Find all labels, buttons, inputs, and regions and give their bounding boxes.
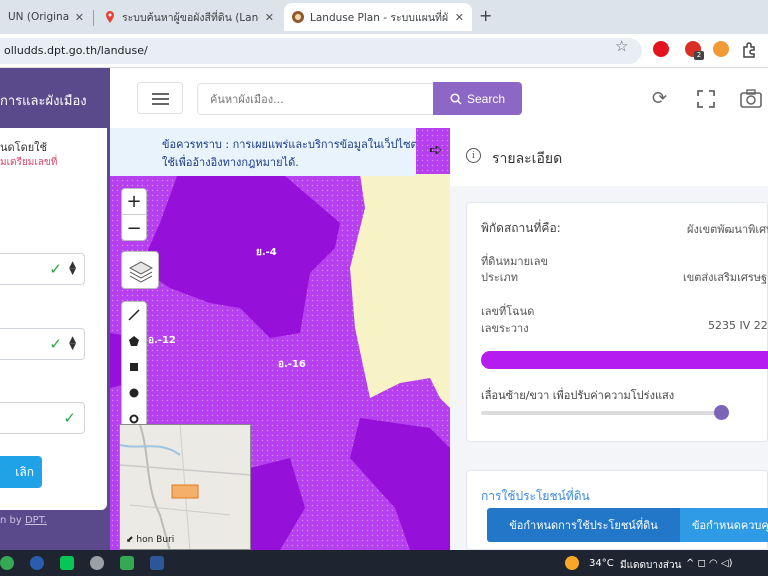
type-label: ประเภท (481, 271, 519, 284)
details-title: รายละเอียด (492, 151, 563, 167)
url-text: olludds.dpt.go.th/landuse/ (4, 44, 148, 57)
info-icon: i (466, 148, 481, 163)
refresh-icon[interactable]: ⟳ (652, 88, 667, 109)
valid-check-icon: ✓ (49, 260, 62, 278)
chrome-icon[interactable] (0, 556, 14, 570)
close-tab-icon[interactable]: ✕ (75, 11, 84, 24)
draw-rectangle-icon[interactable] (122, 354, 146, 380)
parcel-number-field[interactable]: ✓ (0, 402, 85, 434)
sidebar-form-card (0, 128, 107, 510)
search-button-label: Search (466, 91, 506, 106)
hamburger-icon-line (152, 98, 169, 100)
select-arrows-icon: ▲ ▼ (69, 335, 76, 352)
line-icon[interactable] (60, 556, 74, 570)
opacity-slider-track[interactable] (481, 411, 726, 415)
collapse-panel-icon[interactable]: ➪ (429, 140, 442, 159)
notice-line: ข้อควรทราบ : การเผยแพร่และบริการข้อมูลใน… (162, 138, 416, 151)
minimap-place-name: hon Buri (136, 535, 175, 545)
layers-button[interactable] (121, 251, 159, 289)
zoom-control: + − (121, 188, 147, 241)
location-label: พิกัดสถานที่คือ: (481, 221, 561, 235)
draw-polygon-icon[interactable] (122, 328, 146, 354)
cloud-icon[interactable] (90, 556, 104, 570)
opacity-slider-thumb[interactable] (713, 405, 729, 420)
tab-title: Landuse Plan - ระบบแผนที่ผังเมือง (310, 11, 449, 24)
legal-notice: ข้อควรทราบ : การเผยแพร่และบริการข้อมูลใน… (110, 128, 416, 176)
notice-line: ใช้เพื่ออ้างอิงทางกฎหมายได้. (162, 156, 299, 169)
search-button[interactable]: Search (433, 82, 522, 115)
minimap-viewport[interactable] (171, 484, 199, 499)
extension-badge: 2 (694, 51, 704, 60)
tab-control-rules[interactable]: ข้อกำหนดควบคุม (680, 508, 768, 542)
search-input[interactable] (197, 83, 434, 115)
screenshot-camera-icon[interactable] (740, 89, 762, 109)
byline: n by DPT. (0, 515, 47, 526)
browser-tab-active[interactable]: Landuse Plan - ระบบแผนที่ผังเมือง ✕ (284, 3, 472, 31)
tab-divider (93, 10, 94, 26)
tray-icons[interactable]: ^ ◻ ◠ ◁) (686, 558, 733, 569)
app-icon[interactable] (120, 556, 134, 570)
bookmark-star-icon[interactable]: ☆ (615, 37, 628, 55)
hamburger-icon (152, 93, 169, 95)
address-bar[interactable]: olludds.dpt.go.th/landuse/ (0, 38, 642, 64)
close-tab-icon[interactable]: ✕ (265, 11, 274, 24)
hamburger-icon-line (152, 103, 169, 105)
land-use-title: การใช้ประโยชน์ที่ดิน (481, 489, 590, 503)
zoom-out-button[interactable]: − (122, 215, 146, 241)
tab-title: UN (Original b (8, 11, 69, 23)
tab-land-use-rules[interactable]: ข้อกำหนดการใช้ประโยชน์ที่ดิน (487, 508, 680, 542)
select-arrows-icon: ▲ ▼ (69, 260, 76, 277)
overview-minimap[interactable]: ⬋ hon Buri (119, 424, 251, 550)
fullscreen-icon[interactable] (697, 90, 715, 108)
zone-color-bar (481, 351, 768, 369)
zone-label: อ.-12 (148, 335, 176, 346)
sheet-label: เลขระวาง (481, 322, 529, 335)
tab-title: ระบบค้นหาผู้ขอผังสีที่ดิน (LandsMap (122, 11, 259, 24)
district-select[interactable]: ✓ ▲ ▼ (0, 328, 85, 360)
word-icon[interactable] (150, 556, 164, 570)
sidebar-title: การและผังเมือง (0, 94, 87, 109)
zone-polygon-residential[interactable] (350, 174, 450, 408)
draw-circle-icon[interactable] (122, 380, 146, 406)
new-tab-button[interactable]: + (479, 6, 492, 25)
puzzle-extensions-icon[interactable] (741, 42, 757, 58)
map-pin-icon (106, 11, 114, 23)
minimap-roads (120, 425, 250, 549)
zoom-in-button[interactable]: + (122, 189, 146, 215)
zone-label: ย.-4 (256, 247, 277, 258)
deed-label: เลขที่โฉนด (481, 305, 535, 318)
province-select[interactable]: ✓ ▲ ▼ (0, 253, 85, 285)
valid-check-icon: ✓ (63, 409, 76, 427)
minimap-place-label: ⬋ hon Buri (126, 535, 175, 545)
browser-tab[interactable]: ระบบค้นหาผู้ขอผังสีที่ดิน (LandsMap ✕ (96, 3, 282, 31)
draw-toolbar (121, 301, 147, 427)
weather-text: มีแดดบางส่วน (620, 560, 682, 571)
sidebar-instruction: นดโดยใช้ (0, 141, 47, 154)
menu-toggle-button[interactable] (137, 82, 183, 114)
sidebar-hint: มเตรียมเลขที่ (0, 157, 58, 168)
layers-icon (128, 261, 154, 283)
byline-prefix: n by (0, 515, 25, 526)
weather-sun-icon[interactable] (565, 556, 579, 570)
app-icon[interactable] (30, 556, 44, 570)
location-value: ผังเขตพัฒนาพิเศษ (687, 223, 768, 236)
dpt-link[interactable]: DPT. (25, 515, 47, 526)
browser-tab[interactable]: UN (Original b ✕ (0, 3, 92, 31)
extension-icon[interactable] (653, 41, 669, 57)
browser-tab-strip: UN (Original b ✕ ระบบค้นหาผู้ขอผังสีที่ด… (0, 0, 768, 34)
extension-icon[interactable] (713, 41, 729, 57)
valid-check-icon: ✓ (49, 335, 62, 353)
type-value: เขตส่งเสริมเศรษฐ (683, 271, 768, 284)
sheet-value: 5235 IV 22 (708, 319, 768, 332)
cancel-button[interactable]: เลิก (0, 456, 42, 488)
zone-label: อ.-16 (278, 359, 306, 370)
search-icon (450, 92, 462, 105)
draw-line-icon[interactable] (122, 302, 146, 328)
close-tab-icon[interactable]: ✕ (455, 11, 464, 24)
site-logo-icon (292, 11, 304, 23)
opacity-slider-label: เลื่อนซ้าย/ขวา เพื่อปรับค่าความโปร่งแสง (481, 389, 675, 402)
temperature: 34°C (589, 558, 614, 569)
